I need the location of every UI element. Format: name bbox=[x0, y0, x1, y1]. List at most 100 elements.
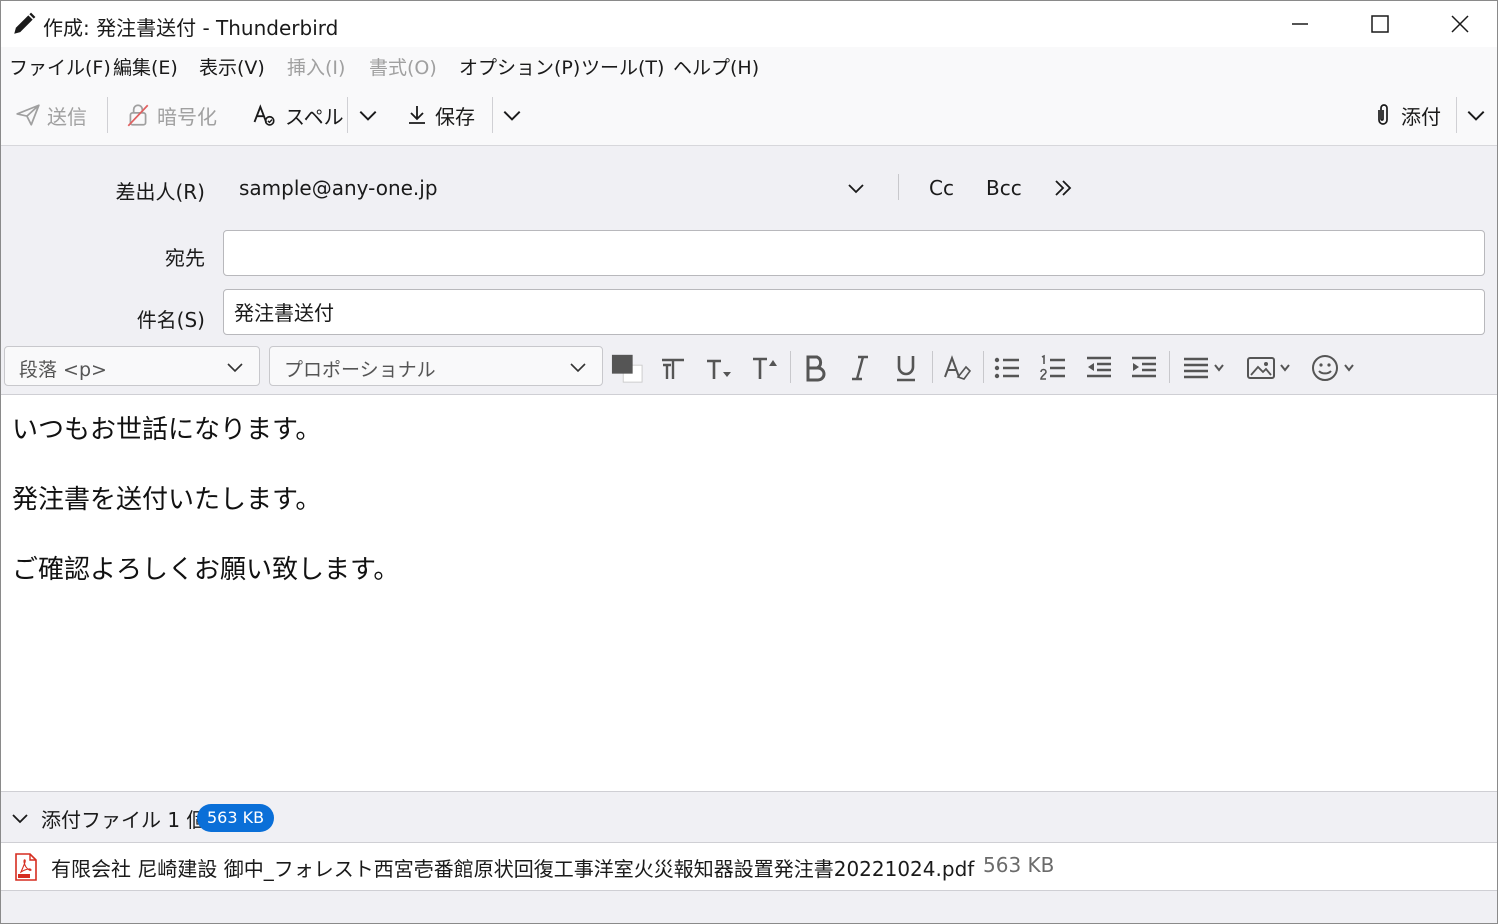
menu-help[interactable]: ヘルプ(H) bbox=[673, 53, 759, 80]
body-paragraph: 発注書を送付いたします。 bbox=[12, 485, 322, 515]
decrease-font-button[interactable] bbox=[703, 352, 735, 384]
close-icon bbox=[1451, 15, 1469, 33]
body-paragraph: ご確認よろしくお願い致します。 bbox=[12, 555, 400, 585]
to-field[interactable] bbox=[223, 230, 1485, 276]
to-input[interactable] bbox=[234, 240, 1464, 264]
chevron-down-icon bbox=[570, 363, 586, 373]
color-swatch-icon bbox=[611, 354, 643, 383]
bullet-list-icon bbox=[994, 357, 1019, 379]
underline-icon bbox=[897, 356, 915, 382]
send-label: 送信 bbox=[47, 104, 87, 129]
chevron-down-icon bbox=[359, 110, 377, 121]
menu-file[interactable]: ファイル(F) bbox=[9, 53, 111, 80]
minimize-button[interactable] bbox=[1260, 1, 1340, 47]
menu-bar: ファイル(F) 編集(E) 表示(V) 挿入(I) 書式(O) オプション(P)… bbox=[1, 47, 1497, 85]
attachment-item[interactable]: 有限会社 尼崎建設 御中_フォレスト西宮壱番館原状回復工事洋室火災報知器設置発注… bbox=[1, 843, 1497, 889]
send-icon bbox=[16, 104, 40, 126]
menu-edit[interactable]: 編集(E) bbox=[113, 53, 178, 80]
bullet-list-button[interactable] bbox=[991, 352, 1023, 384]
spell-dropdown-button[interactable] bbox=[357, 99, 385, 131]
from-label: 差出人(R) bbox=[115, 180, 205, 204]
attachment-size-badge: 563 KB bbox=[197, 804, 275, 832]
paragraph-format-select[interactable]: 段落 <p> bbox=[4, 346, 260, 386]
paperclip-icon bbox=[1378, 104, 1388, 125]
send-button[interactable]: 送信 bbox=[15, 99, 87, 131]
outdent-icon bbox=[1087, 356, 1111, 378]
save-label: 保存 bbox=[435, 104, 475, 129]
italic-button[interactable] bbox=[844, 352, 876, 384]
window-title: 作成: 発注書送付 - Thunderbird bbox=[43, 16, 339, 40]
close-button[interactable] bbox=[1420, 1, 1497, 47]
menu-view[interactable]: 表示(V) bbox=[199, 53, 265, 80]
message-body[interactable]: いつもお世話になります。 発注書を送付いたします。 ご確認よろしくお願い致します… bbox=[1, 395, 1497, 790]
increase-font-button[interactable] bbox=[749, 352, 781, 384]
toolbar-separator bbox=[107, 97, 108, 133]
chevron-down-icon bbox=[227, 363, 243, 373]
smiley-icon bbox=[1312, 355, 1354, 381]
attachment-count-label: 添付ファイル 1 個 bbox=[41, 808, 207, 832]
minimize-icon bbox=[1292, 23, 1308, 25]
encrypt-label: 暗号化 bbox=[157, 104, 217, 129]
font-value: プロポーショナル bbox=[284, 359, 436, 381]
message-headers: 差出人(R) sample@any-one.jp Cc Bcc 宛先 件名(S) bbox=[1, 146, 1497, 346]
numbered-list-button[interactable] bbox=[1037, 352, 1069, 384]
encrypt-button[interactable]: 暗号化 bbox=[125, 99, 217, 131]
chevron-down-icon bbox=[1467, 110, 1485, 121]
align-left-icon bbox=[1184, 357, 1224, 379]
format-separator bbox=[790, 351, 791, 383]
save-dropdown-button[interactable] bbox=[501, 99, 529, 131]
attachment-bucket-header[interactable]: 添付ファイル 1 個 563 KB bbox=[1, 791, 1497, 843]
compose-toolbar: 送信 暗号化 スペル 保存 添付 bbox=[1, 85, 1497, 146]
font-size-smaller-button[interactable] bbox=[657, 352, 689, 384]
subject-input[interactable] bbox=[234, 299, 1464, 323]
toolbar-separator bbox=[1456, 97, 1457, 133]
eraser-text-icon bbox=[944, 355, 972, 380]
text-size-icon bbox=[662, 358, 684, 379]
insert-image-button[interactable] bbox=[1243, 352, 1297, 384]
bold-icon bbox=[806, 355, 826, 382]
from-select[interactable]: sample@any-one.jp bbox=[239, 176, 438, 200]
font-select[interactable]: プロポーショナル bbox=[269, 346, 603, 386]
chevron-down-icon[interactable] bbox=[846, 178, 866, 198]
remove-formatting-button[interactable] bbox=[941, 352, 973, 384]
format-toolbar: 段落 <p> プロポーショナル bbox=[1, 346, 1497, 395]
header-separator bbox=[898, 174, 899, 200]
insert-emoji-button[interactable] bbox=[1307, 352, 1361, 384]
menu-tools[interactable]: ツール(T) bbox=[581, 53, 664, 80]
italic-icon bbox=[852, 355, 868, 381]
attachment-filesize: 563 KB bbox=[983, 853, 1055, 877]
chevron-down-icon[interactable] bbox=[10, 808, 30, 828]
toolbar-separator bbox=[492, 97, 493, 133]
format-separator bbox=[983, 351, 984, 383]
cc-button[interactable]: Cc bbox=[929, 176, 954, 200]
body-paragraph: いつもお世話になります。 bbox=[12, 415, 322, 445]
maximize-icon bbox=[1371, 15, 1389, 33]
save-button[interactable]: 保存 bbox=[405, 99, 475, 131]
lock-off-icon bbox=[127, 104, 149, 127]
status-bar bbox=[1, 890, 1497, 923]
spellcheck-icon bbox=[253, 104, 275, 126]
paragraph-format-value: 段落 <p> bbox=[19, 359, 107, 381]
bold-button[interactable] bbox=[799, 352, 831, 384]
attach-button[interactable]: 添付 bbox=[1371, 99, 1441, 131]
bcc-button[interactable]: Bcc bbox=[986, 176, 1022, 200]
spell-button[interactable]: スペル bbox=[251, 99, 344, 131]
pencil-icon bbox=[14, 12, 36, 34]
double-chevron-right-icon[interactable] bbox=[1051, 176, 1075, 200]
menu-options[interactable]: オプション(P) bbox=[459, 53, 580, 80]
image-icon bbox=[1247, 357, 1290, 379]
align-button[interactable] bbox=[1179, 352, 1229, 384]
underline-button[interactable] bbox=[890, 352, 922, 384]
toolbar-separator bbox=[347, 97, 348, 133]
text-color-button[interactable] bbox=[611, 352, 643, 384]
maximize-button[interactable] bbox=[1340, 1, 1420, 47]
menu-format: 書式(O) bbox=[369, 57, 437, 79]
attach-dropdown-button[interactable] bbox=[1465, 99, 1493, 131]
subject-field[interactable] bbox=[223, 289, 1485, 335]
text-decrease-icon bbox=[707, 359, 731, 379]
subject-label: 件名(S) bbox=[136, 308, 205, 332]
attachment-filename: 有限会社 尼崎建設 御中_フォレスト西宮壱番館原状回復工事洋室火災報知器設置発注… bbox=[51, 857, 975, 881]
indent-button[interactable] bbox=[1128, 352, 1160, 384]
spell-label: スペル bbox=[285, 104, 344, 129]
outdent-button[interactable] bbox=[1083, 352, 1115, 384]
